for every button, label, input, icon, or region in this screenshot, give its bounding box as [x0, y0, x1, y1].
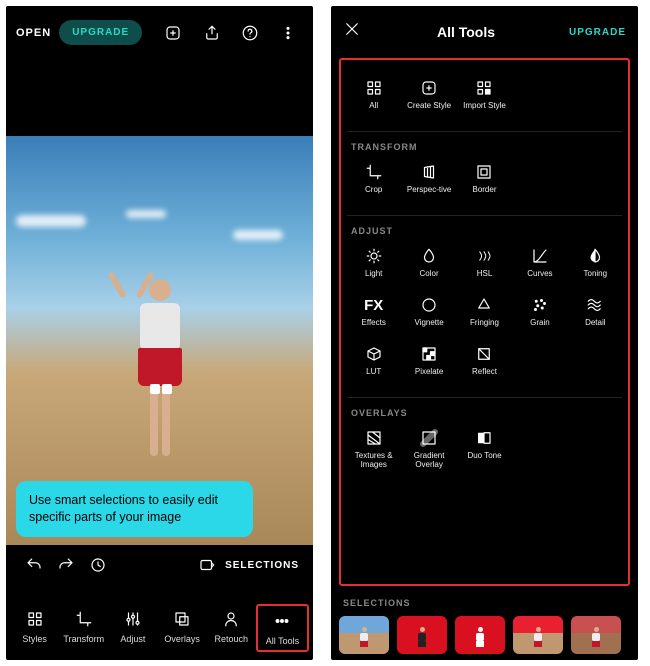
redo-icon[interactable]	[55, 554, 77, 576]
section-header: ADJUST	[347, 224, 622, 242]
tools-panel: All Create Style Import Style TRANSFORM …	[339, 58, 630, 586]
tooltip-selections: Use smart selections to easily edit spec…	[16, 481, 253, 537]
tool-border[interactable]: Border	[458, 158, 511, 205]
all-tools-screen: All Tools UPGRADE All Create Style Impor…	[331, 6, 638, 660]
create-style-icon	[418, 77, 440, 99]
section-overlays: OVERLAYS Textures & Images Gradient Over…	[347, 398, 622, 483]
help-icon[interactable]	[241, 23, 259, 43]
tool-light[interactable]: Light	[347, 242, 400, 289]
selections-button[interactable]: SELECTIONS	[223, 556, 301, 575]
duotone-icon	[473, 427, 495, 449]
tool-color[interactable]: Color	[402, 242, 455, 289]
grain-icon	[529, 294, 551, 316]
section-styles: All Create Style Import Style	[347, 66, 622, 132]
bottom-toolbar: Styles Transform Adjust Overlays Retouch…	[6, 598, 313, 660]
close-icon[interactable]	[343, 20, 363, 44]
detail-icon	[584, 294, 606, 316]
all-tools-icon	[271, 610, 293, 632]
reflect-icon	[473, 343, 495, 365]
style-all[interactable]: All	[347, 74, 400, 121]
tool-pixelate[interactable]: Pixelate	[402, 340, 455, 387]
upgrade-button[interactable]: UPGRADE	[569, 27, 626, 38]
more-icon[interactable]	[279, 23, 297, 43]
tool-perspective[interactable]: Perspec-tive	[402, 158, 455, 205]
upgrade-button[interactable]: UPGRADE	[59, 20, 142, 45]
effects-icon: FX	[363, 294, 385, 316]
section-transform: TRANSFORM Crop Perspec-tive Border	[347, 132, 622, 216]
tool-grain[interactable]: Grain	[513, 291, 566, 338]
tool-duotone[interactable]: Duo Tone	[458, 424, 511, 473]
selection-thumb[interactable]	[455, 616, 505, 654]
all-tools-header: All Tools UPGRADE	[331, 6, 638, 58]
tool-fringing[interactable]: Fringing	[458, 291, 511, 338]
style-create[interactable]: Create Style	[402, 74, 455, 121]
tool-overlays[interactable]: Overlays	[158, 604, 207, 652]
editor-screen: OPEN UPGRADE Use smart selections to eas…	[6, 6, 313, 660]
selection-thumb[interactable]	[571, 616, 621, 654]
tool-gradient[interactable]: Gradient Overlay	[402, 424, 455, 473]
hsl-icon	[473, 245, 495, 267]
curves-icon	[529, 245, 551, 267]
tool-toning[interactable]: Toning	[569, 242, 622, 289]
crop-icon	[363, 161, 385, 183]
selection-thumb[interactable]	[397, 616, 447, 654]
textures-icon	[363, 427, 385, 449]
top-bar: OPEN UPGRADE	[6, 6, 313, 59]
tool-retouch[interactable]: Retouch	[207, 604, 256, 652]
tool-curves[interactable]: Curves	[513, 242, 566, 289]
fringing-icon	[473, 294, 495, 316]
selection-thumb[interactable]	[339, 616, 389, 654]
share-icon[interactable]	[202, 23, 220, 43]
tool-transform[interactable]: Transform	[59, 604, 108, 652]
tool-all-tools[interactable]: All Tools	[256, 604, 309, 652]
pixelate-icon	[418, 343, 440, 365]
open-button[interactable]: OPEN	[16, 27, 51, 39]
action-bar: SELECTIONS	[6, 548, 313, 582]
color-icon	[418, 245, 440, 267]
import-style-icon	[473, 77, 495, 99]
page-title: All Tools	[363, 24, 569, 40]
section-adjust: ADJUST Light Color HSL Curves Toning FXE…	[347, 216, 622, 398]
tool-styles[interactable]: Styles	[10, 604, 59, 652]
section-selections: SELECTIONS	[339, 594, 630, 654]
overlays-icon	[171, 608, 193, 630]
adjust-icon	[122, 608, 144, 630]
tool-detail[interactable]: Detail	[569, 291, 622, 338]
lut-icon	[363, 343, 385, 365]
light-icon	[363, 245, 385, 267]
image-canvas[interactable]: Use smart selections to easily edit spec…	[6, 136, 313, 545]
styles-icon	[24, 608, 46, 630]
tool-crop[interactable]: Crop	[347, 158, 400, 205]
transform-icon	[73, 608, 95, 630]
add-icon[interactable]	[164, 23, 182, 43]
tool-adjust[interactable]: Adjust	[108, 604, 157, 652]
section-header: SELECTIONS	[339, 594, 630, 616]
toning-icon	[584, 245, 606, 267]
section-header: TRANSFORM	[347, 140, 622, 158]
perspective-icon	[418, 161, 440, 183]
tool-textures[interactable]: Textures & Images	[347, 424, 400, 473]
history-icon[interactable]	[87, 554, 109, 576]
selection-thumb[interactable]	[513, 616, 563, 654]
tool-vignette[interactable]: Vignette	[402, 291, 455, 338]
gradient-icon	[418, 427, 440, 449]
vignette-icon	[418, 294, 440, 316]
tool-hsl[interactable]: HSL	[458, 242, 511, 289]
tool-effects[interactable]: FXEffects	[347, 291, 400, 338]
retouch-icon	[220, 608, 242, 630]
section-header: OVERLAYS	[347, 406, 622, 424]
grid-icon	[363, 77, 385, 99]
compare-icon[interactable]	[196, 554, 218, 576]
style-import[interactable]: Import Style	[458, 74, 511, 121]
undo-icon[interactable]	[23, 554, 45, 576]
tool-lut[interactable]: LUT	[347, 340, 400, 387]
tool-reflect[interactable]: Reflect	[458, 340, 511, 387]
border-icon	[473, 161, 495, 183]
